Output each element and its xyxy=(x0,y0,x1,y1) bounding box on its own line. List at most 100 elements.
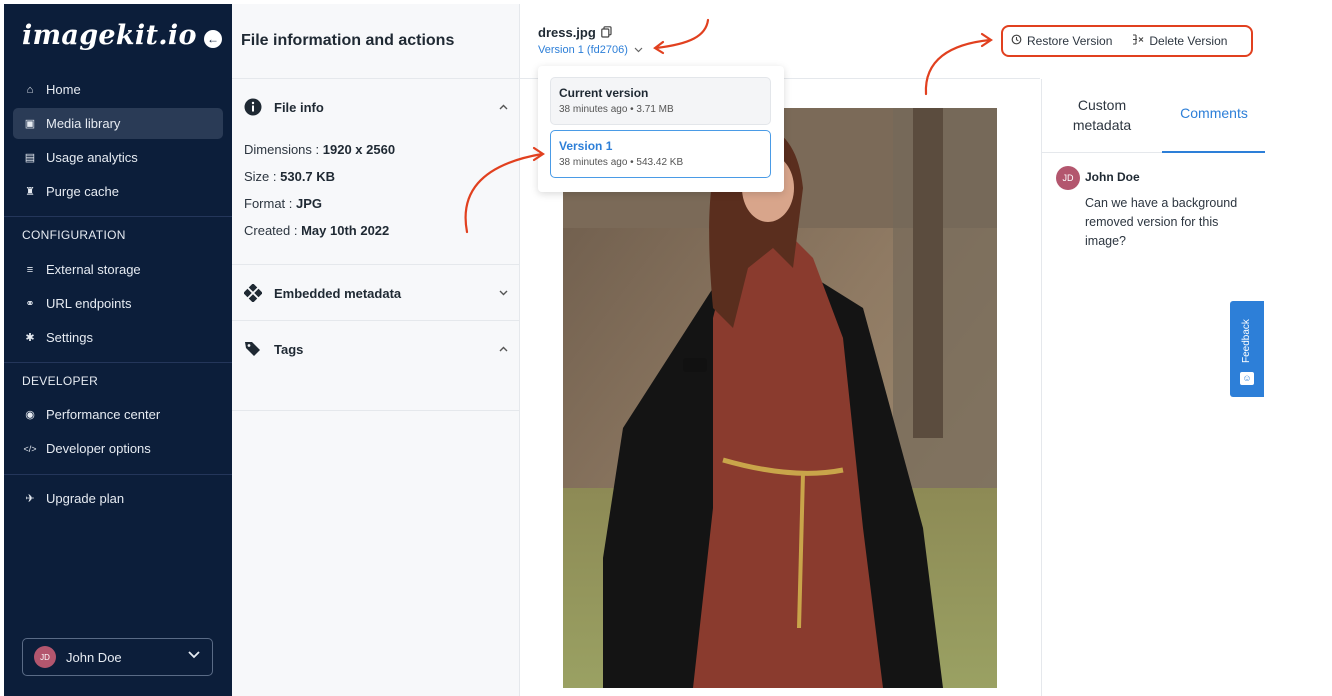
avatar: JD xyxy=(1056,166,1080,190)
nav-item-settings[interactable]: ✱ Settings xyxy=(13,322,223,353)
version-meta: 38 minutes ago • 543.42 KB xyxy=(559,157,684,168)
nav-label: Usage analytics xyxy=(46,150,138,165)
divider xyxy=(232,78,520,79)
nav-label: Settings xyxy=(46,330,93,345)
collapse-sidebar-icon[interactable]: ← xyxy=(204,30,222,48)
info-value: May 10th 2022 xyxy=(301,223,390,238)
info-label: Dimensions : xyxy=(244,142,323,157)
chevron-up-icon xyxy=(499,344,508,355)
chevron-up-icon xyxy=(499,102,508,113)
nav-item-media-library[interactable]: ▣ Media library xyxy=(13,108,223,139)
version-actions: Restore Version Delete Version xyxy=(1001,25,1253,57)
nav-label: External storage xyxy=(46,262,141,277)
configuration-heading: CONFIGURATION xyxy=(22,228,126,242)
code-icon: </> xyxy=(23,443,37,454)
feedback-icon: ☺ xyxy=(1240,372,1254,385)
info-created: Created : May 10th 2022 xyxy=(244,223,389,238)
restore-label: Restore Version xyxy=(1027,34,1113,48)
image-icon: ▣ xyxy=(24,118,36,130)
nav-item-developer-options[interactable]: </> Developer options xyxy=(13,433,223,464)
nav-label: Upgrade plan xyxy=(46,491,125,506)
nav-label: Performance center xyxy=(46,407,161,422)
feedback-button[interactable]: Feedback ☺ xyxy=(1230,301,1264,397)
nav-item-usage-analytics[interactable]: ▤ Usage analytics xyxy=(13,142,223,173)
nav-item-upgrade-plan[interactable]: ✈ Upgrade plan xyxy=(13,483,223,514)
comment-author: John Doe xyxy=(1085,170,1140,184)
logo: imagekit.io xyxy=(22,20,197,51)
info-value: JPG xyxy=(296,196,323,211)
section-title: Embedded metadata xyxy=(274,285,402,301)
file-name: dress.jpg xyxy=(538,25,596,40)
file-info-section-toggle[interactable]: File info xyxy=(244,96,508,118)
version-title: Current version xyxy=(559,86,649,100)
sidebar-divider xyxy=(4,362,232,363)
user-name: John Doe xyxy=(66,649,122,665)
home-icon: ⌂ xyxy=(26,83,34,96)
embedded-metadata-section-toggle[interactable]: Embedded metadata xyxy=(244,282,508,304)
sidebar: imagekit.io ← ⌂ Home ▣ Media library ▤ U… xyxy=(4,4,232,696)
sidebar-divider xyxy=(4,216,232,217)
version-dropdown: Current version 38 minutes ago • 3.71 MB… xyxy=(538,66,784,192)
tab-comments[interactable]: Comments xyxy=(1166,105,1262,121)
chart-icon: ▤ xyxy=(24,152,36,164)
nav-item-purge-cache[interactable]: ♜ Purge cache xyxy=(13,176,223,207)
broom-icon: ♜ xyxy=(25,186,35,198)
section-title: Tags xyxy=(274,341,304,357)
info-label: Size : xyxy=(244,169,281,184)
nav-item-home[interactable]: ⌂ Home xyxy=(13,74,223,105)
restore-icon xyxy=(1011,34,1022,48)
nav-item-performance-center[interactable]: ◉ Performance center xyxy=(13,399,223,430)
panel-title: File information and actions xyxy=(241,32,455,49)
delete-version-icon xyxy=(1132,34,1144,48)
nav-label: Purge cache xyxy=(46,184,119,199)
nav-label: URL endpoints xyxy=(46,296,132,311)
file-info-panel: File information and actions File info D… xyxy=(232,4,520,696)
gear-icon: ✱ xyxy=(25,332,35,344)
version-select[interactable]: Version 1 (fd2706) xyxy=(538,44,643,56)
nav-label: Home xyxy=(46,82,81,97)
version-title: Version 1 xyxy=(559,139,613,153)
sidebar-divider xyxy=(4,474,232,475)
info-label: Created : xyxy=(244,223,302,238)
restore-version-button[interactable]: Restore Version xyxy=(1011,34,1112,48)
diamond-grid-icon xyxy=(244,284,262,302)
info-value: 530.7 KB xyxy=(280,169,336,184)
tags-section-toggle[interactable]: Tags xyxy=(244,338,508,360)
version-option-1[interactable]: Version 1 38 minutes ago • 543.42 KB xyxy=(550,130,771,178)
app-root: imagekit.io ← ⌂ Home ▣ Media library ▤ U… xyxy=(0,0,1332,696)
nav-label: Developer options xyxy=(46,441,151,456)
nav-item-external-storage[interactable]: ≡ External storage xyxy=(13,254,223,285)
gauge-icon: ◉ xyxy=(25,409,35,421)
feedback-label: Feedback xyxy=(1241,319,1252,363)
version-select-label: Version 1 (fd2706) xyxy=(538,44,628,56)
info-dimensions: Dimensions : 1920 x 2560 xyxy=(244,142,395,157)
chevron-down-icon xyxy=(188,650,200,662)
info-label: Format : xyxy=(244,196,297,211)
info-value: 1920 x 2560 xyxy=(322,142,396,157)
divider xyxy=(232,264,520,265)
chevron-down-icon xyxy=(634,44,643,56)
comment-text: Can we have a background removed version… xyxy=(1085,196,1238,248)
tab-custom-metadata[interactable]: Custom metadata xyxy=(1058,95,1146,135)
user-menu[interactable]: JD John Doe xyxy=(22,638,213,676)
info-icon xyxy=(244,98,262,116)
nav-label: Media library xyxy=(46,116,121,131)
copy-icon[interactable] xyxy=(601,26,612,41)
version-option-current[interactable]: Current version 38 minutes ago • 3.71 MB xyxy=(550,77,771,125)
link-icon: ⚭ xyxy=(25,298,35,310)
section-title: File info xyxy=(274,99,324,115)
delete-label: Delete Version xyxy=(1149,34,1228,48)
image-preview xyxy=(563,108,997,688)
chevron-down-icon xyxy=(499,288,508,299)
developer-heading: DEVELOPER xyxy=(22,374,99,388)
info-format: Format : JPG xyxy=(244,196,322,211)
delete-version-button[interactable]: Delete Version xyxy=(1132,34,1227,48)
divider xyxy=(232,410,520,411)
avatar: JD xyxy=(34,646,56,668)
database-icon: ≡ xyxy=(26,263,34,276)
active-tab-indicator xyxy=(1162,151,1265,153)
version-meta: 38 minutes ago • 3.71 MB xyxy=(559,104,674,115)
divider xyxy=(232,320,520,321)
nav-item-url-endpoints[interactable]: ⚭ URL endpoints xyxy=(13,288,223,319)
info-size: Size : 530.7 KB xyxy=(244,169,335,184)
